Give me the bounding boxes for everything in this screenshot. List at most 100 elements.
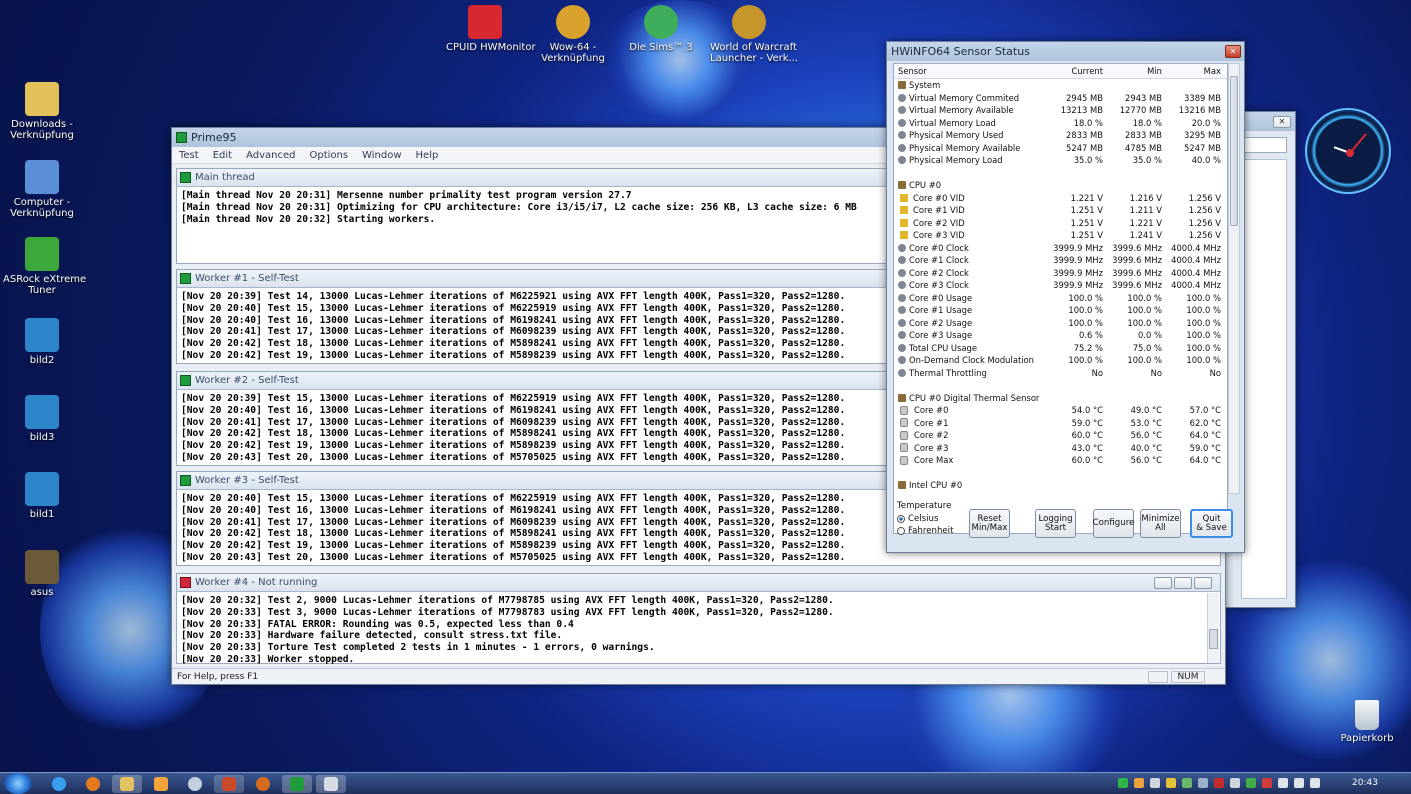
column-header-sensor[interactable]: Sensor [894, 66, 1047, 76]
close-icon[interactable] [1194, 576, 1212, 589]
tray-antivirus-icon[interactable] [1214, 778, 1224, 788]
sensor-group[interactable]: System [894, 79, 1227, 92]
tray-star-icon[interactable] [1166, 778, 1176, 788]
sensor-row[interactable]: Core #2 60.0 °C 56.0 °C 64.0 °C [894, 429, 1227, 442]
desktop-icon[interactable]: Wow-64 - Verknüpfung [534, 5, 612, 64]
sensor-row[interactable]: Physical Memory Available 5247 MB 4785 MB 5… [894, 142, 1227, 155]
sensor-max: 1.256 V [1188, 230, 1221, 241]
start-button[interactable] [4, 773, 32, 794]
fahrenheit-radio[interactable]: Fahrenheit [897, 526, 965, 536]
sensor-group[interactable]: CPU #0 Digital Thermal Sensor [894, 392, 1227, 405]
desktop-icon[interactable]: CPUID HWMonitor [446, 5, 536, 53]
sensor-row[interactable]: Core #1 Usage 100.0 % 100.0 % 100.0 % [894, 304, 1227, 317]
sensor-group[interactable]: CPU #0 [894, 179, 1227, 192]
menu-item-help[interactable]: Help [409, 150, 446, 161]
sensor-group[interactable]: Intel CPU #0 [894, 479, 1227, 492]
tray-update-icon[interactable] [1262, 778, 1272, 788]
taskbar-browser-button[interactable] [248, 775, 278, 793]
sensor-row[interactable]: Core #0 VID 1.221 V 1.216 V 1.256 V [894, 192, 1227, 205]
taskbar-explorer-button[interactable] [112, 775, 142, 793]
desktop-icon[interactable]: bild1 [3, 472, 81, 520]
restore-icon[interactable] [1174, 576, 1192, 589]
tray-battery-icon[interactable] [1182, 778, 1192, 788]
sensor-row[interactable]: Core #2 Usage 100.0 % 100.0 % 100.0 % [894, 317, 1227, 330]
scrollbar-thumb[interactable] [1209, 629, 1218, 649]
sensor-row[interactable]: Core #3 VID 1.251 V 1.241 V 1.256 V [894, 229, 1227, 242]
desktop-icon[interactable]: World of Warcraft Launcher - Verk... [710, 5, 798, 64]
sensor-row[interactable]: Virtual Memory Load 18.0 % 18.0 % 20.0 % [894, 117, 1227, 130]
fahrenheit-label: Fahrenheit [908, 526, 954, 536]
taskbar-clock[interactable]: 20:43 [1352, 778, 1378, 788]
sensor-row[interactable]: Core #3 Clock 3999.9 MHz 3999.6 MHz 4000.4 … [894, 279, 1227, 292]
minimize-icon[interactable] [1154, 576, 1172, 589]
minimize-all-button[interactable]: Minimize All [1140, 509, 1181, 538]
sensor-row[interactable]: Core #3 43.0 °C 40.0 °C 59.0 °C [894, 442, 1227, 455]
column-header-min[interactable]: Min [1106, 66, 1165, 76]
close-icon[interactable]: ✕ [1273, 115, 1291, 128]
sensor-row[interactable]: Core #2 Clock 3999.9 MHz 3999.6 MHz 4000.4 … [894, 267, 1227, 280]
column-header-max[interactable]: Max [1165, 66, 1224, 76]
sensor-row[interactable]: Virtual Memory Available 13213 MB 12770 MB… [894, 104, 1227, 117]
desktop-icon[interactable]: asus [3, 550, 81, 598]
clock-gadget[interactable] [1305, 108, 1391, 194]
gauge-icon [898, 118, 906, 127]
desktop-icon[interactable]: bild3 [3, 395, 81, 443]
sensor-row[interactable]: Core #1 59.0 °C 53.0 °C 62.0 °C [894, 417, 1227, 430]
tray-volume-icon[interactable] [1278, 778, 1288, 788]
taskbar-hwinfo-button[interactable] [214, 775, 244, 793]
configure-button[interactable]: Configure [1093, 509, 1134, 538]
sensor-row[interactable]: Thermal Throttling No No No [894, 367, 1227, 380]
reset-minmax-button[interactable]: Reset Min/Max [969, 509, 1010, 538]
celsius-radio[interactable]: Celsius [897, 514, 965, 524]
worker-scrollbar[interactable] [1207, 593, 1219, 663]
sensor-scrollbar[interactable] [1228, 63, 1240, 494]
taskbar-app-button[interactable] [180, 775, 210, 793]
sensor-row[interactable]: Core Max 60.0 °C 56.0 °C 64.0 °C [894, 454, 1227, 467]
desktop-icon[interactable]: Downloads - Verknüpfung [3, 82, 81, 141]
sensor-row[interactable]: On-Demand Clock Modulation 100.0 % 100.0 %… [894, 354, 1227, 367]
sensor-row[interactable]: Core #0 Clock 3999.9 MHz 3999.6 MHz 4000.4 … [894, 242, 1227, 255]
sensor-row[interactable]: Core #2 VID 1.251 V 1.221 V 1.256 V [894, 217, 1227, 230]
tray-green-icon[interactable] [1118, 778, 1128, 788]
tray-drive-icon[interactable] [1230, 778, 1240, 788]
sensor-row[interactable]: Core #1 Clock 3999.9 MHz 3999.6 MHz 4000.4 … [894, 254, 1227, 267]
desktop-icon[interactable]: Die Sims™ 3 [622, 5, 700, 53]
quit-save-button[interactable]: Quit & Save [1190, 509, 1233, 538]
sensor-row[interactable]: Core #0 54.0 °C 49.0 °C 57.0 °C [894, 404, 1227, 417]
menu-item-advanced[interactable]: Advanced [239, 150, 302, 161]
column-header-current[interactable]: Current [1047, 66, 1106, 76]
sensor-row[interactable]: Total CPU Usage 75.2 % 75.0 % 100.0 % [894, 342, 1227, 355]
logging-start-button[interactable]: Logging Start [1035, 509, 1076, 538]
recycle-bin-icon[interactable]: Papierkorb [1328, 700, 1406, 744]
tray-flag-icon[interactable] [1310, 778, 1320, 788]
menu-item-test[interactable]: Test [172, 150, 206, 161]
worker-4-panel[interactable]: Worker #4 - Not running [Nov 20 20:32] Te… [176, 573, 1221, 665]
sensor-row[interactable]: Core #0 Usage 100.0 % 100.0 % 100.0 % [894, 292, 1227, 305]
sensor-row[interactable]: Physical Memory Load 35.0 % 35.0 % 40.0 % [894, 154, 1227, 167]
hwinfo-titlebar[interactable]: HWiNFO64 Sensor Status ✕ [887, 42, 1244, 61]
close-button[interactable]: ✕ [1225, 45, 1241, 58]
menu-item-edit[interactable]: Edit [206, 150, 239, 161]
taskbar-firefox-button[interactable] [78, 775, 108, 793]
menu-item-window[interactable]: Window [355, 150, 408, 161]
taskbar-prime95-button[interactable] [282, 775, 312, 793]
hwinfo-window[interactable]: HWiNFO64 Sensor Status ✕ Sensor Current Mi… [886, 41, 1245, 553]
taskbar-media-button[interactable] [146, 775, 176, 793]
desktop-icon[interactable]: bild2 [3, 318, 81, 366]
menu-item-options[interactable]: Options [302, 150, 355, 161]
tray-check-icon[interactable] [1246, 778, 1256, 788]
sensor-table[interactable]: Sensor Current Min Max System Virtual Memory… [893, 63, 1228, 534]
sensor-row[interactable]: Core #1 VID 1.251 V 1.211 V 1.256 V [894, 204, 1227, 217]
tray-orange-icon[interactable] [1134, 778, 1144, 788]
desktop-icon[interactable]: Computer - Verknüpfung [3, 160, 81, 219]
tray-network-icon[interactable] [1294, 778, 1304, 788]
sensor-row[interactable]: Physical Memory Used 2833 MB 2833 MB 3295 M… [894, 129, 1227, 142]
sensor-row[interactable]: Core #3 Usage 0.6 % 0.0 % 100.0 % [894, 329, 1227, 342]
tray-usb-icon[interactable] [1198, 778, 1208, 788]
desktop-icon[interactable]: ASRock eXtreme Tuner [3, 237, 86, 296]
taskbar-monitor-button[interactable] [316, 775, 346, 793]
taskbar-ie-button[interactable] [44, 775, 74, 793]
sensor-row[interactable]: Virtual Memory Commited 2945 MB 2943 MB 338… [894, 92, 1227, 105]
scrollbar-thumb[interactable] [1230, 76, 1238, 226]
tray-grid-icon[interactable] [1150, 778, 1160, 788]
